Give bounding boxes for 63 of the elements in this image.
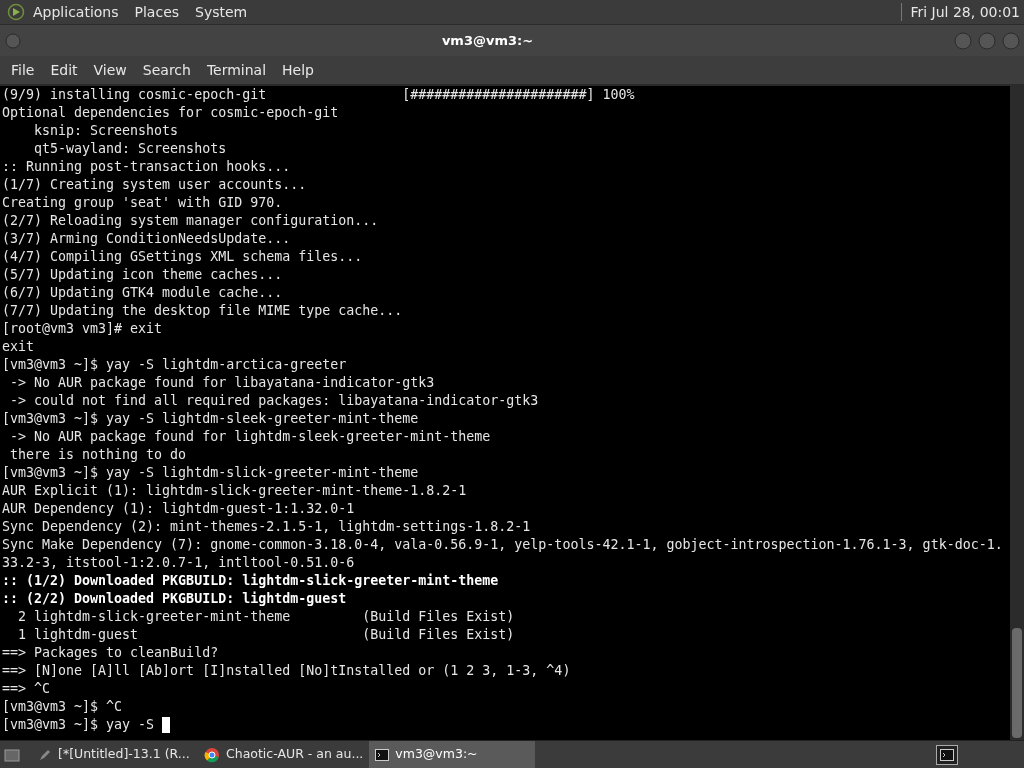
menu-item[interactable]: Edit <box>42 59 86 81</box>
terminal-line: :: (1/2) Downloaded PKGBUILD: lightdm-slick-greeter-mint-theme <box>2 572 499 590</box>
terminal-line: [root@vm3 vm3]# exit <box>2 320 163 338</box>
terminal-line: (9/9) installing cosmic-epoch-git [######################] 100% <box>2 86 635 104</box>
terminal-line: (3/7) Arming ConditionNeedsUpdate... <box>2 230 291 248</box>
terminal-line: [vm3@vm3 ~]$ yay -S lightdm-slick-greeter-mint-theme <box>2 464 419 482</box>
clock[interactable]: Fri Jul 28, 00:01 <box>910 1 1020 23</box>
terminal-line: ==> ^C <box>2 680 51 698</box>
distro-logo-icon[interactable] <box>7 3 25 21</box>
window-title: vm3@vm3:~ <box>441 31 534 50</box>
terminal-line: 33.2-3, itstool-1:2.0.7-1, intltool-0.51.0-6 <box>2 554 355 572</box>
terminal-line: ==> Packages to cleanBuild? <box>2 644 219 662</box>
terminal-line: Creating group 'seat' with GID 970. <box>2 194 283 212</box>
terminal-line: [vm3@vm3 ~]$ yay -S lightdm-arctica-greeter <box>2 356 347 374</box>
taskbar-button[interactable]: vm3@vm3:~ <box>369 741 536 768</box>
window-menu-icon[interactable] <box>5 32 21 49</box>
menu-item[interactable]: File <box>3 59 43 81</box>
terminal-line: (2/7) Reloading system manager configuration... <box>2 212 379 230</box>
terminal-line: Sync Make Dependency (7): gnome-common-3.18.0-4, vala-0.56.9-1, yelp-tools-42.1-1, gobject-introspection-1.76.1-3, gtk-doc-1. <box>2 536 1003 554</box>
panel-menu[interactable]: System <box>195 1 248 23</box>
terminal-line: ==> [N]one [A]ll [Ab]ort [I]nstalled [No]tInstalled or (1 2 3, 1-3, ^4) <box>2 662 571 680</box>
panel-menu[interactable]: Applications <box>33 1 119 23</box>
terminal-line: 2 lightdm-slick-greeter-mint-theme (Build Files Exist) <box>17 608 515 626</box>
terminal-line: (5/7) Updating icon theme caches... <box>2 266 283 284</box>
maximize-icon[interactable] <box>978 31 996 50</box>
terminal-line: [vm3@vm3 ~]$ yay -S <box>2 716 156 734</box>
browser-icon <box>204 746 220 763</box>
terminal-line: [vm3@vm3 ~]$ ^C <box>2 698 123 716</box>
terminal-line: (6/7) Updating GTK4 module cache... <box>2 284 283 302</box>
terminal-line: [vm3@vm3 ~]$ yay -S lightdm-sleek-greeter-mint-theme <box>2 410 419 428</box>
terminal-line: 1 lightdm-guest (Build Files Exist) <box>17 626 515 644</box>
terminal-line: Sync Dependency (2): mint-themes-2.1.5-1, lightdm-settings-1.8.2-1 <box>2 518 531 536</box>
terminal-icon <box>940 748 954 761</box>
taskbar-button[interactable]: [*[Untitled]-13.1 (R... <box>32 741 198 768</box>
close-icon[interactable] <box>1002 31 1020 50</box>
show-desktop-icon[interactable] <box>4 747 20 762</box>
menu-item[interactable]: Search <box>134 59 199 81</box>
terminal-line: :: (2/2) Downloaded PKGBUILD: lightdm-guest <box>2 590 347 608</box>
text-cursor <box>162 717 171 733</box>
terminal-icon <box>375 748 390 761</box>
terminal-line: AUR Explicit (1): lightdm-slick-greeter-mint-theme-1.8.2-1 <box>2 482 467 500</box>
terminal-line: there is nothing to do <box>9 446 187 464</box>
menu-item[interactable]: Help <box>274 59 322 81</box>
terminal-line: exit <box>2 338 35 356</box>
pencil-icon <box>38 747 52 762</box>
terminal-line: qt5-wayland: Screenshots <box>33 140 227 158</box>
terminal-line: AUR Dependency (1): lightdm-guest-1:1.32.0-1 <box>2 500 355 518</box>
terminal-line: (7/7) Updating the desktop file MIME type cache... <box>2 302 403 320</box>
terminal-line: (1/7) Creating system user accounts... <box>2 176 307 194</box>
taskbar-button[interactable]: Chaotic-AUR - an au... <box>198 741 370 768</box>
terminal-line: Optional dependencies for cosmic-epoch-git <box>2 104 339 122</box>
minimize-icon[interactable] <box>954 31 972 50</box>
workspace-switcher[interactable] <box>936 744 958 765</box>
terminal-line: :: Running post-transaction hooks... <box>2 158 291 176</box>
terminal-line: ksnip: Screenshots <box>33 122 179 140</box>
scrollbar[interactable] <box>1010 86 1024 740</box>
menu-item[interactable]: View <box>85 59 135 81</box>
terminal-line: -> could not find all required packages: libayatana-indicator-gtk3 <box>9 392 539 410</box>
terminal-line: -> No AUR package found for libayatana-indicator-gtk3 <box>9 374 435 392</box>
panel-menu[interactable]: Places <box>134 1 180 23</box>
terminal-line: (4/7) Compiling GSettings XML schema files... <box>2 248 363 266</box>
terminal-line: -> No AUR package found for lightdm-sleek-greeter-mint-theme <box>9 428 491 446</box>
menu-item[interactable]: Terminal <box>198 59 275 81</box>
